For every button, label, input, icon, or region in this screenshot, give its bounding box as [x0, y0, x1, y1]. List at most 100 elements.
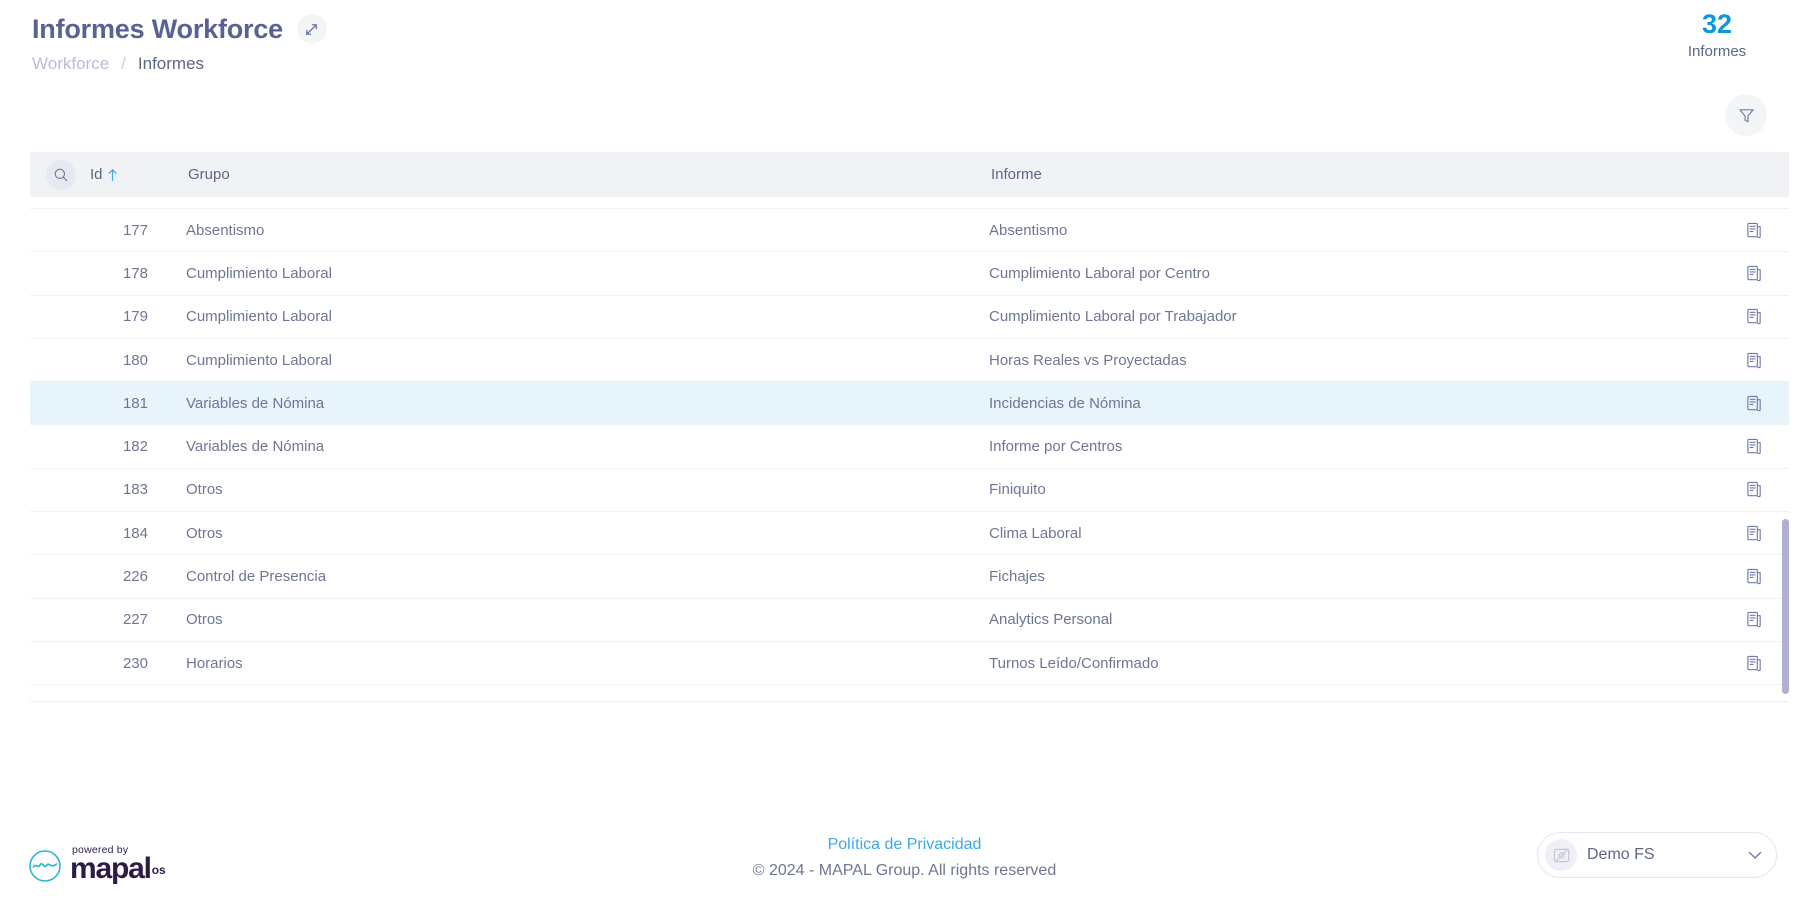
table-scrollbar-thumb[interactable] — [1782, 519, 1789, 694]
row-grupo: Cumplimiento Laboral — [156, 308, 989, 325]
table-row[interactable]: 181Variables de NóminaIncidencias de Nóm… — [30, 382, 1789, 425]
row-id: 184 — [88, 525, 156, 542]
report-document-icon — [1746, 395, 1763, 412]
row-informe: Clima Laboral — [989, 525, 1719, 542]
search-button[interactable] — [46, 160, 76, 190]
summary-count-value: 32 — [1657, 8, 1777, 40]
row-open-report-button[interactable] — [1719, 222, 1789, 239]
table-row[interactable]: 183OtrosFiniquito — [30, 469, 1789, 512]
row-open-report-button[interactable] — [1719, 481, 1789, 498]
column-header-id-label: Id — [90, 166, 103, 183]
row-id: 230 — [88, 655, 156, 672]
table-row[interactable]: 230HorariosTurnos Leído/Confirmado — [30, 642, 1789, 685]
table-row[interactable]: 179Cumplimiento LaboralCumplimiento Labo… — [30, 296, 1789, 339]
summary-count-block: 32 Informes — [1657, 8, 1777, 60]
report-document-icon — [1746, 308, 1763, 325]
row-id: 226 — [88, 568, 156, 585]
table-scrollbar-track[interactable] — [1782, 197, 1789, 701]
row-id: 177 — [88, 222, 156, 239]
row-open-report-button[interactable] — [1719, 265, 1789, 282]
row-id: 179 — [88, 308, 156, 325]
breadcrumb-separator: / — [121, 54, 126, 74]
row-grupo: Horarios — [156, 655, 989, 672]
report-document-icon — [1746, 525, 1763, 542]
report-document-icon — [1746, 611, 1763, 628]
table-row[interactable]: 184OtrosClima Laboral — [30, 512, 1789, 555]
row-open-report-button[interactable] — [1719, 655, 1789, 672]
row-id: 178 — [88, 265, 156, 282]
page-title: Informes Workforce — [32, 12, 283, 46]
row-grupo: Otros — [156, 525, 989, 542]
table-header-row: Id Grupo Informe — [30, 152, 1789, 197]
report-document-icon — [1746, 352, 1763, 369]
row-informe: Absentismo — [989, 222, 1719, 239]
row-informe: Horas Reales vs Proyectadas — [989, 352, 1719, 369]
broken-image-icon — [1552, 846, 1571, 865]
report-document-icon — [1746, 568, 1763, 585]
summary-count-label: Informes — [1657, 43, 1777, 60]
row-informe: Cumplimiento Laboral por Trabajador — [989, 308, 1719, 325]
row-informe: Cumplimiento Laboral por Centro — [989, 265, 1719, 282]
page-header: Informes Workforce Workforce / Informes — [0, 0, 1809, 100]
column-header-informe[interactable]: Informe — [991, 166, 1719, 183]
table-row[interactable]: 182Variables de NóminaInforme por Centro… — [30, 425, 1789, 468]
row-informe: Analytics Personal — [989, 611, 1719, 628]
search-icon — [53, 167, 69, 183]
report-document-icon — [1746, 438, 1763, 455]
row-grupo: Control de Presencia — [156, 568, 989, 585]
page-footer: powered by mapal os Política de Privacid… — [0, 788, 1809, 908]
breadcrumb: Workforce / Informes — [32, 54, 1777, 74]
partial-scrolled-row — [30, 197, 1789, 209]
table-search-cell — [32, 160, 90, 190]
row-open-report-button[interactable] — [1719, 308, 1789, 325]
report-document-icon — [1746, 265, 1763, 282]
report-document-icon — [1746, 222, 1763, 239]
privacy-policy-link[interactable]: Política de Privacidad — [828, 836, 982, 854]
row-id: 180 — [88, 352, 156, 369]
table-row[interactable]: 178Cumplimiento LaboralCumplimiento Labo… — [30, 252, 1789, 295]
row-open-report-button[interactable] — [1719, 395, 1789, 412]
report-document-icon — [1746, 481, 1763, 498]
row-grupo: Cumplimiento Laboral — [156, 352, 989, 369]
table-row[interactable]: 180Cumplimiento LaboralHoras Reales vs P… — [30, 339, 1789, 382]
row-grupo: Otros — [156, 611, 989, 628]
funnel-icon — [1737, 106, 1756, 125]
row-grupo: Cumplimiento Laboral — [156, 265, 989, 282]
brand-selector[interactable]: Demo FS — [1537, 832, 1777, 878]
row-id: 182 — [88, 438, 156, 455]
expand-diagonal-icon — [304, 22, 319, 37]
reports-table: Id Grupo Informe 177AbsentismoAbsentismo… — [30, 152, 1789, 702]
table-row[interactable]: 226Control de PresenciaFichajes — [30, 555, 1789, 598]
table-row[interactable]: 227OtrosAnalytics Personal — [30, 599, 1789, 642]
row-informe: Fichajes — [989, 568, 1719, 585]
title-row: Informes Workforce — [32, 0, 1777, 46]
table-rows-container: 177AbsentismoAbsentismo 178Cumplimiento … — [30, 209, 1789, 685]
row-informe: Informe por Centros — [989, 438, 1719, 455]
row-grupo: Absentismo — [156, 222, 989, 239]
row-grupo: Otros — [156, 481, 989, 498]
sort-ascending-arrow-icon — [107, 168, 118, 182]
table-body: 177AbsentismoAbsentismo 178Cumplimiento … — [30, 197, 1789, 702]
row-open-report-button[interactable] — [1719, 525, 1789, 542]
row-informe: Finiquito — [989, 481, 1719, 498]
row-open-report-button[interactable] — [1719, 611, 1789, 628]
breadcrumb-current[interactable]: Informes — [138, 54, 204, 74]
row-open-report-button[interactable] — [1719, 568, 1789, 585]
table-row[interactable]: 177AbsentismoAbsentismo — [30, 209, 1789, 252]
column-header-id[interactable]: Id — [90, 166, 158, 183]
breadcrumb-parent[interactable]: Workforce — [32, 54, 109, 74]
row-id: 181 — [88, 395, 156, 412]
row-informe: Turnos Leído/Confirmado — [989, 655, 1719, 672]
copyright-text: © 2024 - MAPAL Group. All rights reserve… — [0, 862, 1809, 880]
filter-button[interactable] — [1725, 94, 1767, 136]
column-header-grupo[interactable]: Grupo — [158, 166, 991, 183]
chevron-down-icon[interactable] — [1748, 851, 1762, 860]
row-open-report-button[interactable] — [1719, 352, 1789, 369]
row-id: 227 — [88, 611, 156, 628]
row-grupo: Variables de Nómina — [156, 395, 989, 412]
row-informe: Incidencias de Nómina — [989, 395, 1719, 412]
row-open-report-button[interactable] — [1719, 438, 1789, 455]
brand-name-label: Demo FS — [1587, 846, 1738, 864]
report-document-icon — [1746, 655, 1763, 672]
expand-button[interactable] — [297, 14, 327, 44]
